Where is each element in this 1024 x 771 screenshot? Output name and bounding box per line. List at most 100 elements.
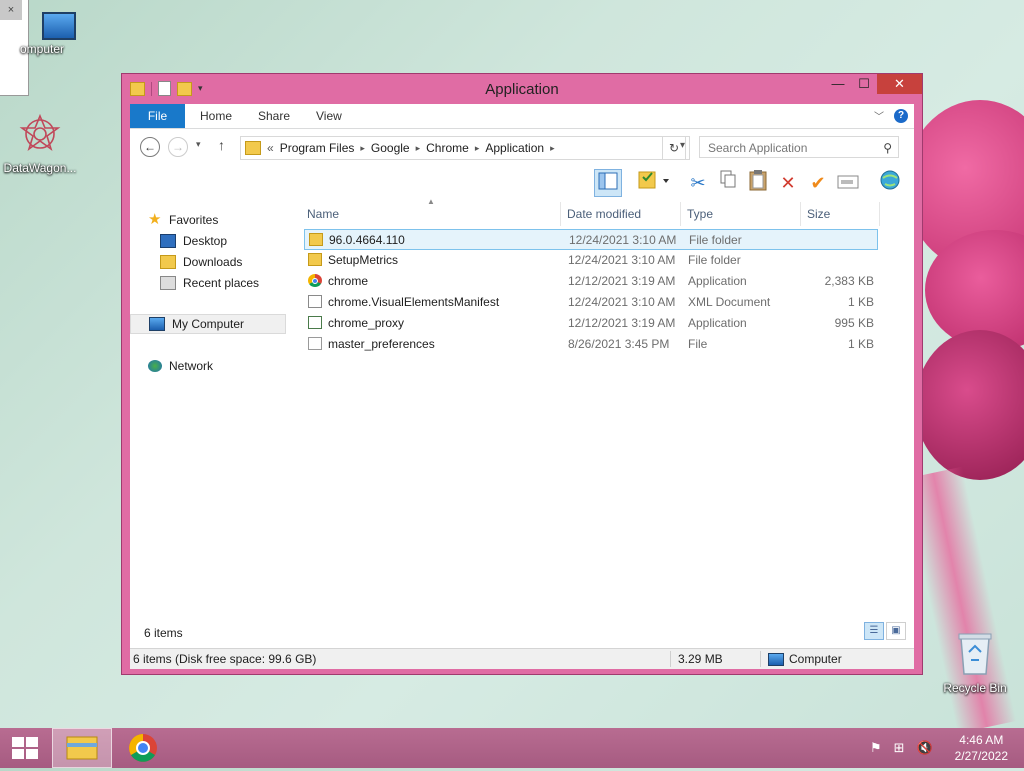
desktop-icon-computer[interactable]: omputer (20, 12, 80, 56)
file-row[interactable]: 96.0.4664.110 12/24/2021 3:10 AM File fo… (304, 229, 878, 250)
file-date: 12/24/2021 3:10 AM (568, 253, 676, 267)
items-count: 6 items (144, 626, 183, 640)
folder-icon (308, 253, 322, 266)
forward-button[interactable]: → (168, 137, 188, 157)
close-button[interactable]: ✕ (877, 74, 922, 94)
file-name: master_preferences (328, 337, 435, 351)
windows-logo-icon (12, 737, 24, 747)
address-bar[interactable]: « Program Files ▸ Google ▸ Chrome ▸ Appl… (240, 136, 690, 160)
tab-home[interactable]: Home (200, 104, 232, 128)
nav-my-computer[interactable]: My Computer (130, 314, 286, 334)
details-view-icon[interactable]: ☰ (864, 622, 884, 640)
file-date: 12/24/2021 3:10 AM (569, 233, 677, 247)
breadcrumb-overflow[interactable]: « (267, 141, 274, 155)
properties-checklist-button[interactable] (634, 169, 674, 197)
nav-desktop[interactable]: Desktop (160, 231, 227, 251)
title-bar[interactable]: ▾ Application — ☐ ✕ (122, 74, 922, 104)
up-button[interactable]: ↑ (218, 137, 225, 153)
close-icon[interactable]: × (0, 0, 22, 20)
file-row[interactable]: master_preferences 8/26/2021 3:45 PM Fil… (304, 334, 878, 355)
system-tray: ⚑ ⊞ 🔇 (870, 740, 933, 756)
file-name: chrome (328, 274, 369, 288)
network-status-icon[interactable]: ⊞ (894, 740, 905, 756)
column-name[interactable]: Name (305, 202, 561, 226)
nav-label: Favorites (169, 213, 219, 227)
minimize-button[interactable]: — (825, 74, 851, 94)
search-input[interactable]: Search Application ⚲ (699, 136, 899, 158)
help-icon[interactable]: ? (894, 108, 908, 123)
taskbar-file-explorer[interactable] (52, 728, 112, 768)
tab-view[interactable]: View (316, 104, 342, 128)
globe-icon[interactable] (876, 169, 904, 197)
nav-network[interactable]: Network (148, 356, 213, 376)
column-date-modified[interactable]: Date modified (565, 202, 681, 226)
refresh-button[interactable]: ↻ (662, 136, 686, 160)
nav-label: Downloads (183, 255, 243, 269)
breadcrumb-program-files[interactable]: Program Files (280, 141, 355, 155)
file-name: chrome_proxy (328, 316, 405, 330)
delete-icon[interactable]: ✕ (774, 169, 802, 197)
breadcrumb-application[interactable]: Application (485, 141, 544, 155)
window-title: Application (485, 81, 559, 98)
preview-pane-button[interactable] (594, 169, 622, 197)
volume-muted-icon[interactable]: 🔇 (917, 740, 933, 756)
nav-label: Network (169, 359, 214, 373)
file-row[interactable]: chrome.VisualElementsManifest 12/24/2021… (304, 292, 878, 313)
windows-logo-icon (26, 749, 38, 759)
recent-locations-dropdown-icon[interactable]: ▾ (196, 139, 201, 150)
tab-share[interactable]: Share (258, 104, 290, 128)
search-icon[interactable]: ⚲ (883, 137, 892, 159)
file-row[interactable]: SetupMetrics 12/24/2021 3:10 AM File fol… (304, 250, 878, 271)
clock[interactable]: 4:46 AM 2/27/2022 (955, 728, 1008, 768)
check-icon[interactable]: ✔ (804, 169, 832, 197)
action-center-flag-icon[interactable]: ⚑ (870, 740, 882, 756)
folder-icon (245, 141, 261, 155)
breadcrumb-chrome[interactable]: Chrome (426, 141, 469, 155)
chevron-right-icon[interactable]: ▸ (550, 143, 555, 154)
rename-icon[interactable] (834, 169, 862, 197)
nav-favorites[interactable]: ★ Favorites (148, 210, 218, 230)
column-divider[interactable] (560, 202, 561, 226)
file-row[interactable]: chrome 12/12/2021 3:19 AM Application 2,… (304, 271, 878, 292)
column-type[interactable]: Type (685, 202, 801, 226)
column-divider[interactable] (879, 202, 880, 226)
chevron-right-icon[interactable]: ▸ (360, 143, 365, 154)
breadcrumb-google[interactable]: Google (371, 141, 410, 155)
tab-file[interactable]: File (130, 104, 185, 128)
file-explorer-icon (66, 736, 98, 760)
desktop-icon (160, 234, 176, 248)
ribbon-tabs: File Home Share View ﹀ ? (130, 104, 914, 129)
file-date: 8/26/2021 3:45 PM (568, 337, 670, 351)
taskbar-chrome[interactable] (114, 728, 174, 768)
chevron-right-icon[interactable]: ▸ (416, 143, 421, 154)
column-divider[interactable] (680, 202, 681, 226)
desktop-icon-datawagon[interactable]: DataWagon... (2, 112, 78, 175)
column-divider[interactable] (800, 202, 801, 226)
copy-icon[interactable] (714, 169, 742, 197)
computer-icon (768, 652, 784, 666)
command-toolbar: ✂ ✕ ✔ (130, 166, 914, 200)
cut-icon[interactable]: ✂ (684, 169, 712, 197)
computer-icon (149, 317, 165, 331)
start-button[interactable] (12, 737, 38, 759)
expand-ribbon-icon[interactable]: ﹀ (874, 108, 884, 123)
large-icons-view-icon[interactable]: ▣ (886, 622, 906, 640)
paste-icon[interactable] (744, 169, 772, 197)
file-name: SetupMetrics (328, 253, 399, 267)
nav-downloads[interactable]: Downloads (160, 252, 242, 272)
nav-recent-places[interactable]: Recent places (160, 273, 259, 293)
back-button[interactable]: ← (140, 137, 160, 157)
chrome-icon (308, 274, 322, 287)
maximize-button[interactable]: ☐ (851, 74, 877, 94)
file-row[interactable]: chrome_proxy 12/12/2021 3:19 AM Applicat… (304, 313, 878, 334)
status-bar: 6 items (Disk free space: 99.6 GB) 3.29 … (130, 648, 914, 669)
desktop-icon-recycle-bin[interactable]: Recycle Bin (940, 630, 1010, 695)
file-type: XML Document (688, 295, 771, 309)
file-date: 12/24/2021 3:10 AM (568, 295, 676, 309)
taskbar: ⚑ ⊞ 🔇 4:46 AM 2/27/2022 (0, 728, 1024, 768)
recycle-bin-icon (940, 630, 1010, 679)
windows-logo-icon (26, 737, 38, 747)
column-size[interactable]: Size (805, 202, 877, 226)
downloads-icon (160, 255, 176, 269)
chevron-right-icon[interactable]: ▸ (475, 143, 480, 154)
